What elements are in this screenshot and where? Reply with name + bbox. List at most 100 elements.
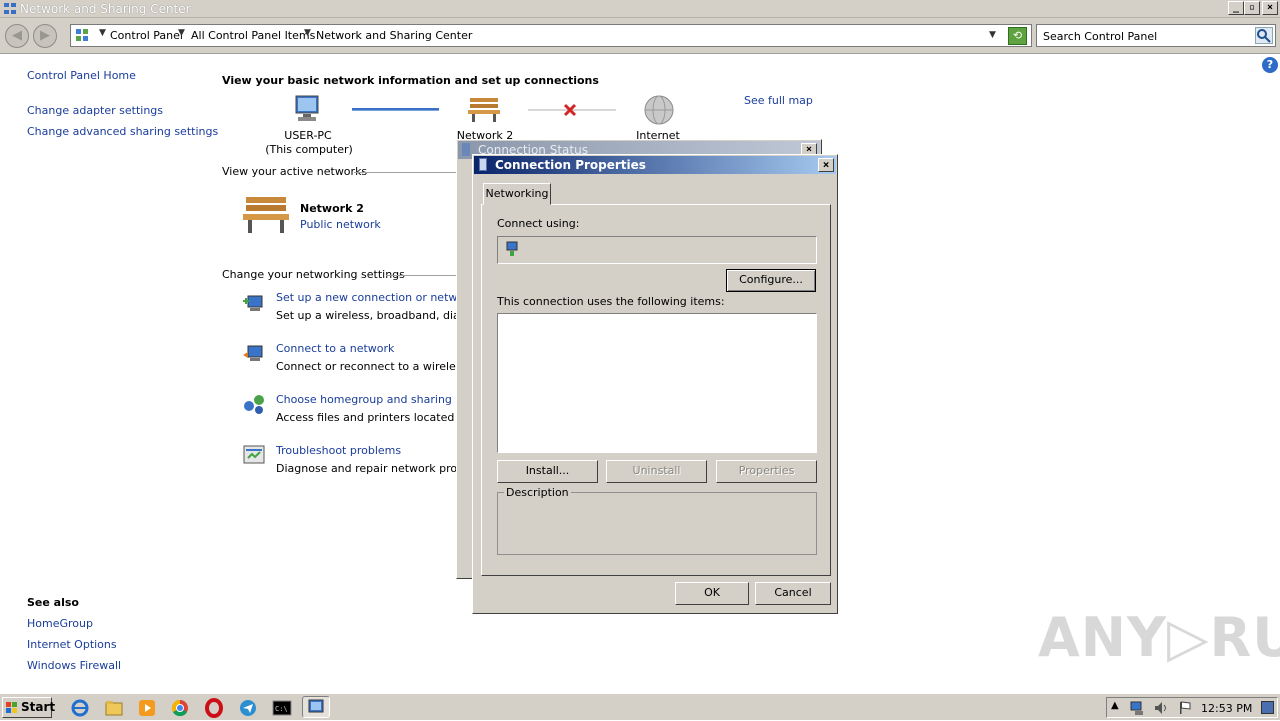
new-connection-icon (242, 290, 266, 314)
see-also-heading: See also (27, 596, 79, 609)
connection-properties-dialog: Connection Properties × Networking Conne… (472, 154, 838, 614)
back-button[interactable]: ◀ (5, 24, 29, 48)
task-link-homegroup[interactable]: Choose homegroup and sharing optio (276, 393, 458, 406)
start-button[interactable]: Start (2, 697, 56, 718)
control-panel-home-link[interactable]: Control Panel Home (27, 69, 136, 82)
file-explorer-icon[interactable] (104, 698, 124, 718)
show-desktop-icon[interactable] (1261, 701, 1274, 714)
taskbar: Start C:\ ▲ 12:53 PM (0, 693, 1280, 720)
homegroup-link[interactable]: HomeGroup (27, 617, 93, 630)
internet-options-link[interactable]: Internet Options (27, 638, 117, 651)
media-player-icon[interactable] (137, 698, 157, 718)
help-icon[interactable]: ? (1262, 57, 1278, 73)
svg-text:C:\: C:\ (275, 705, 288, 713)
properties-button: Properties (716, 460, 817, 483)
bench-network-icon[interactable] (466, 95, 502, 123)
change-adapter-settings-link[interactable]: Change adapter settings (27, 104, 163, 117)
address-bar[interactable]: ▼ Control Panel ▼ All Control Panel Item… (70, 24, 1032, 47)
system-tray: ▲ 12:53 PM (1106, 697, 1278, 718)
minimize-button[interactable]: _ (1228, 1, 1244, 15)
action-center-flag-icon[interactable] (1177, 700, 1193, 716)
change-settings-heading: Change your networking settings (222, 268, 405, 281)
network-icon (462, 143, 470, 156)
adapter-icon (505, 241, 519, 257)
task-desc: Access files and printers located on ot (276, 411, 458, 424)
tab-panel: Connect using: Configure... This connect… (481, 204, 831, 576)
chevron-down-icon[interactable]: ▼ (304, 28, 311, 38)
computer-icon (290, 94, 324, 124)
command-prompt-icon[interactable]: C:\ (272, 698, 292, 718)
chevron-down-icon[interactable]: ▼ (99, 28, 106, 38)
error-x-icon (562, 102, 578, 118)
chrome-icon[interactable] (170, 698, 190, 718)
divider (354, 172, 458, 173)
install-button[interactable]: Install... (497, 460, 598, 483)
title-bar: Network and Sharing Center _ ▫ × (0, 0, 1280, 18)
active-networks-heading: View your active networks (222, 165, 368, 178)
chevron-down-icon[interactable]: ▼ (178, 28, 185, 38)
breadcrumb-network-center[interactable]: Network and Sharing Center (316, 29, 472, 42)
task-desc: Connect or reconnect to a wireless, w (276, 360, 458, 373)
ok-button[interactable]: OK (675, 582, 749, 605)
maximize-button[interactable]: ▫ (1244, 1, 1260, 15)
cancel-button[interactable]: Cancel (755, 582, 831, 605)
search-placeholder: Search Control Panel (1043, 30, 1158, 43)
uninstall-button: Uninstall (606, 460, 707, 483)
windows-logo-icon (6, 701, 18, 713)
change-advanced-sharing-link[interactable]: Change advanced sharing settings (27, 125, 218, 138)
volume-icon[interactable] (1153, 700, 1169, 716)
active-network-name: Network 2 (300, 202, 364, 215)
breadcrumb-all-items[interactable]: All Control Panel Items (191, 29, 315, 42)
connection-line (352, 108, 439, 111)
see-full-map-link[interactable]: See full map (744, 94, 813, 107)
properties-dialog-titlebar: Connection Properties (474, 156, 836, 174)
forward-button[interactable]: ▶ (33, 24, 57, 48)
network-tray-icon[interactable] (1129, 700, 1145, 716)
breadcrumb-control-panel[interactable]: Control Panel (110, 29, 183, 42)
refresh-icon[interactable]: ⟲ (1008, 27, 1027, 45)
start-label: Start (21, 700, 56, 714)
control-panel-icon (75, 28, 90, 43)
page-title: View your basic network information and … (222, 74, 599, 87)
homegroup-icon (242, 392, 266, 416)
description-group (497, 492, 817, 555)
search-icon[interactable] (1255, 27, 1273, 44)
task-link-troubleshoot[interactable]: Troubleshoot problems (276, 444, 401, 457)
tab-networking[interactable]: Networking (483, 183, 551, 205)
items-label: This connection uses the following items… (497, 295, 725, 308)
clock[interactable]: 12:53 PM (1201, 702, 1252, 715)
opera-icon[interactable] (204, 698, 224, 718)
telegram-icon[interactable] (238, 698, 258, 718)
configure-button[interactable]: Configure... (726, 269, 816, 292)
connect-network-icon (242, 341, 266, 365)
computer-name: USER-PC (284, 129, 332, 142)
window-title: Network and Sharing Center (20, 2, 191, 16)
internet-explorer-icon[interactable] (70, 698, 90, 718)
bench-network-icon (240, 193, 292, 235)
globe-icon (643, 94, 675, 126)
description-label: Description (504, 486, 571, 499)
troubleshoot-icon (242, 443, 266, 467)
control-panel-taskbar-button[interactable] (302, 696, 330, 718)
properties-dialog-close-button[interactable]: × (818, 158, 834, 172)
address-toolbar: ◀ ▶ ▼ Control Panel ▼ All Control Panel … (0, 18, 1280, 54)
computer-sub-label: (This computer) (265, 143, 353, 156)
adapter-field (497, 236, 817, 264)
watermark-logo: ANY▷RUN (1038, 606, 1280, 669)
task-link-new-connection[interactable]: Set up a new connection or network (276, 291, 475, 304)
task-link-connect-network[interactable]: Connect to a network (276, 342, 394, 355)
show-hidden-icons-icon[interactable]: ▲ (1111, 700, 1119, 711)
network-center-icon (3, 2, 17, 15)
network-type-link[interactable]: Public network (300, 218, 381, 231)
task-desc: Diagnose and repair network problem (276, 462, 458, 475)
close-button[interactable]: × (1262, 1, 1278, 15)
task-desc: Set up a wireless, broadband, dial-up (276, 309, 458, 322)
properties-dialog-title: Connection Properties (495, 158, 646, 172)
history-dropdown-icon[interactable]: ▼ (989, 30, 996, 40)
network-icon (479, 158, 487, 171)
items-list[interactable] (497, 313, 817, 453)
divider (386, 275, 458, 276)
search-input[interactable]: Search Control Panel (1036, 24, 1276, 47)
connect-using-label: Connect using: (497, 217, 580, 230)
windows-firewall-link[interactable]: Windows Firewall (27, 659, 121, 672)
